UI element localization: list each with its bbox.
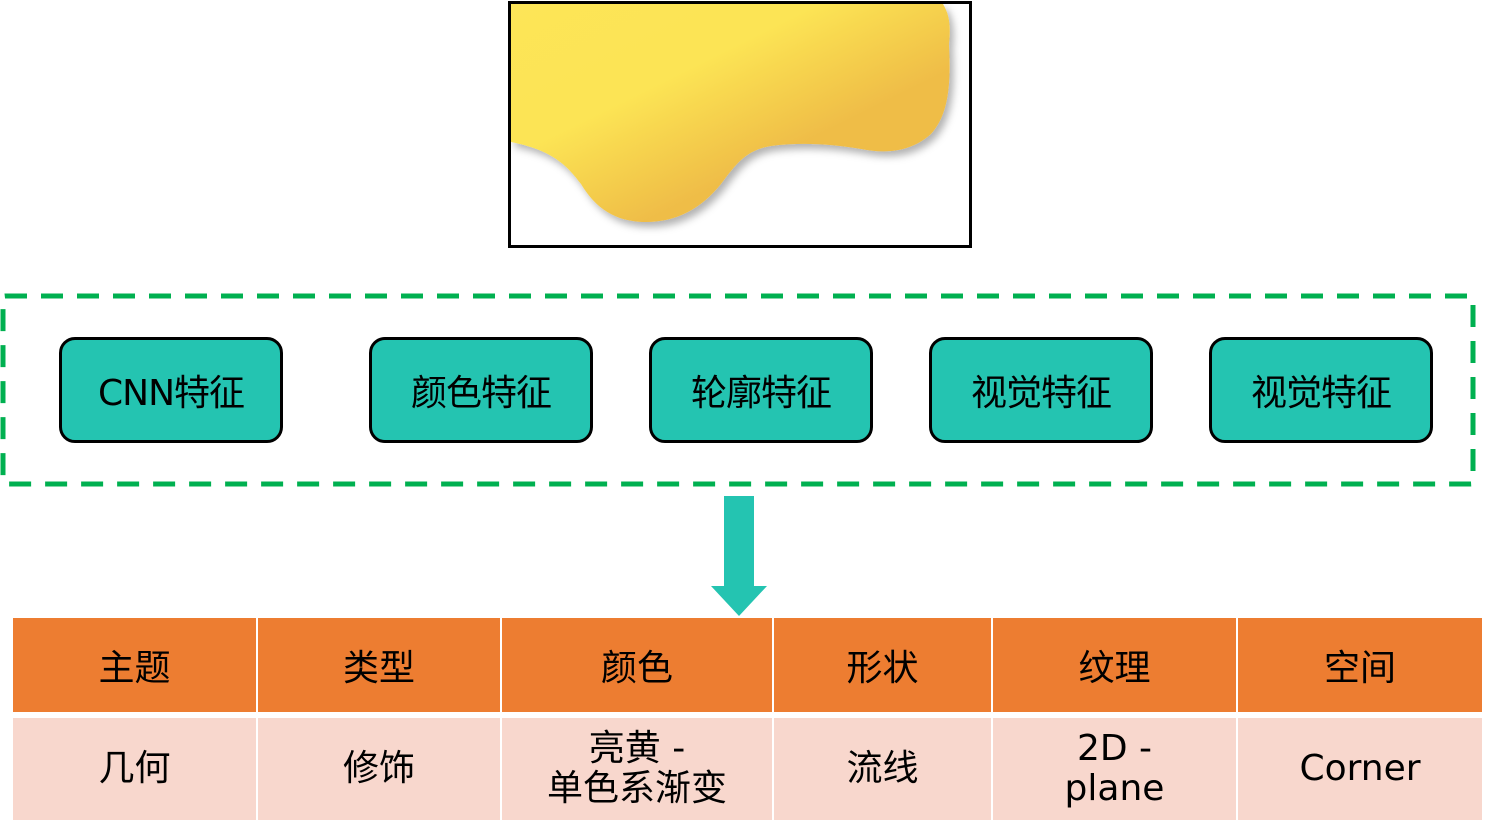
yellow-blob-image <box>511 4 950 222</box>
table-value-cell: 2D - plane <box>993 718 1236 820</box>
table-header-cell: 类型 <box>258 618 500 712</box>
feature-box-cnn: CNN特征 <box>59 337 283 443</box>
feature-box-contour: 轮廓特征 <box>649 337 873 443</box>
header-label: 主题 <box>98 648 171 689</box>
table-value-cell: 流线 <box>774 718 991 820</box>
value-line: 几何 <box>98 748 171 789</box>
table-header-cell: 颜色 <box>502 618 772 712</box>
header-label: 类型 <box>342 648 415 689</box>
value-line: 单色系渐变 <box>546 768 727 809</box>
value-line: 2D - <box>1076 728 1153 769</box>
value-line: Corner <box>1299 748 1421 789</box>
header-label: 空间 <box>1323 648 1396 689</box>
feature-label: 轮廓特征 <box>690 373 832 414</box>
table-value-cell: 修饰 <box>258 718 500 820</box>
header-label: 颜色 <box>600 648 673 689</box>
image-preview <box>508 1 972 248</box>
feature-label: 视觉特征 <box>1250 373 1392 414</box>
header-label: 纹理 <box>1078 648 1151 689</box>
arrow-down-icon <box>709 496 769 618</box>
value-line: 修饰 <box>342 748 415 789</box>
feature-box-visual: 视觉特征 <box>929 337 1153 443</box>
table-value-cell: Corner <box>1238 718 1482 820</box>
value-line: 流线 <box>846 748 919 789</box>
table-header-cell: 形状 <box>774 618 991 712</box>
value-line: plane <box>1064 768 1165 809</box>
value-line: 亮黄 - <box>588 728 686 769</box>
table-header-cell: 空间 <box>1238 618 1482 712</box>
header-label: 形状 <box>846 648 919 689</box>
feature-label: 颜色特征 <box>410 373 552 414</box>
table-header-cell: 主题 <box>13 618 256 712</box>
table-value-cell: 亮黄 - 单色系渐变 <box>502 718 772 820</box>
feature-box-visual-2: 视觉特征 <box>1209 337 1433 443</box>
feature-box-color: 颜色特征 <box>369 337 593 443</box>
feature-label: 视觉特征 <box>970 373 1112 414</box>
table-header-cell: 纹理 <box>993 618 1236 712</box>
feature-label: CNN特征 <box>98 373 245 414</box>
table-value-cell: 几何 <box>13 718 256 820</box>
